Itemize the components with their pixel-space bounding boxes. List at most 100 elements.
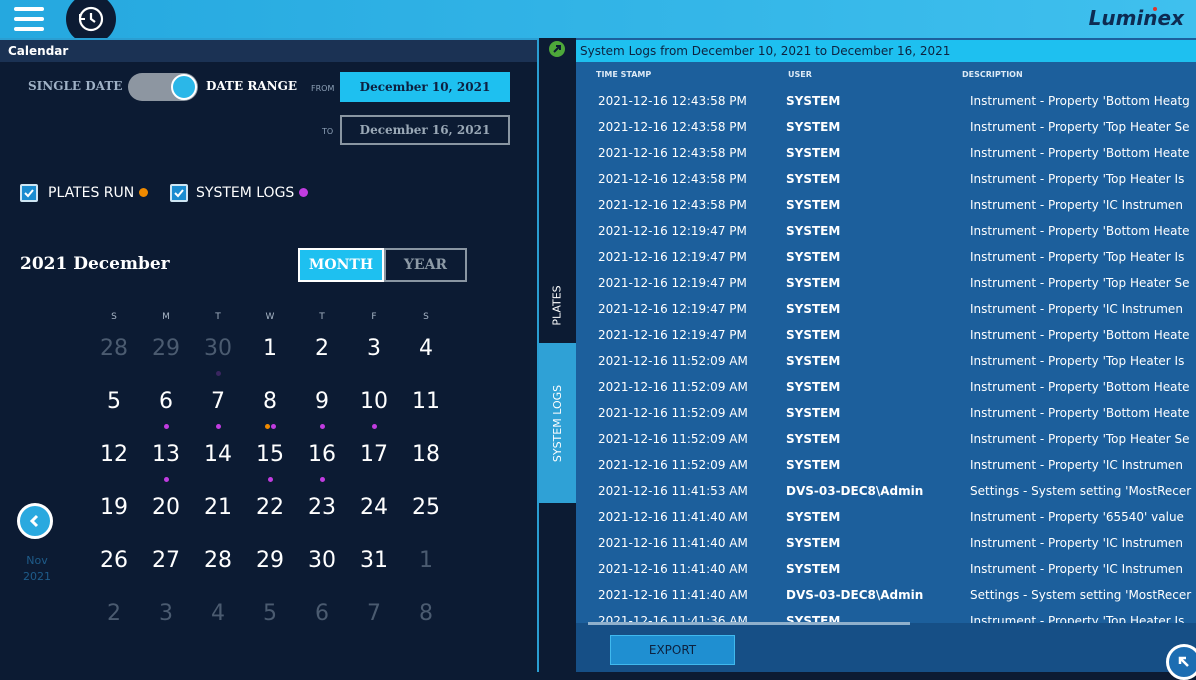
- table-row[interactable]: 2021-12-16 11:41:40 AM SYSTEM Instrument -…: [576, 556, 1196, 582]
- calendar-day[interactable]: 2: [88, 599, 140, 647]
- table-row[interactable]: 2021-12-16 11:52:09 AM SYSTEM Instrument -…: [576, 348, 1196, 374]
- table-row[interactable]: 2021-12-16 12:43:58 PM SYSTEM Instrument -…: [576, 192, 1196, 218]
- tab-system-logs[interactable]: SYSTEM LOGS: [539, 343, 576, 503]
- table-row[interactable]: 2021-12-16 12:19:47 PM SYSTEM Instrument -…: [576, 270, 1196, 296]
- timestamp-cell: 2021-12-16 11:41:53 AM: [598, 484, 748, 498]
- horizontal-scrollbar[interactable]: [588, 622, 910, 625]
- calendar-day[interactable]: 18: [400, 440, 452, 488]
- date-range-label: DATE RANGE: [206, 79, 297, 93]
- calendar-day[interactable]: 16: [296, 430, 348, 488]
- calendar-day[interactable]: 7: [192, 387, 244, 435]
- column-header-timestamp[interactable]: TIME STAMP: [596, 70, 651, 79]
- table-row[interactable]: 2021-12-16 12:19:47 PM SYSTEM Instrument -…: [576, 322, 1196, 348]
- calendar-day[interactable]: 30: [296, 546, 348, 594]
- calendar-day[interactable]: 1: [244, 334, 296, 382]
- event-dots: [192, 420, 244, 429]
- calendar-day[interactable]: 14: [192, 440, 244, 488]
- table-row[interactable]: 2021-12-16 12:19:47 PM SYSTEM Instrument -…: [576, 244, 1196, 270]
- calendar-day[interactable]: 19: [88, 493, 140, 541]
- calendar-day[interactable]: 4: [400, 334, 452, 382]
- calendar-day[interactable]: 10: [348, 377, 401, 435]
- user-cell: SYSTEM: [786, 380, 841, 394]
- calendar-day[interactable]: 31: [348, 546, 400, 594]
- calendar-day[interactable]: 3: [140, 599, 192, 647]
- single-date-label: SINGLE DATE: [28, 79, 123, 93]
- table-row[interactable]: 2021-12-16 11:52:09 AM SYSTEM Instrument -…: [576, 374, 1196, 400]
- table-row[interactable]: 2021-12-16 12:43:58 PM SYSTEM Instrument -…: [576, 140, 1196, 166]
- calendar-day[interactable]: 1: [400, 546, 452, 594]
- column-header-user[interactable]: USER: [788, 70, 812, 79]
- description-cell: Instrument - Property 'IC Instrumen: [970, 198, 1183, 212]
- calendar-day[interactable]: 8: [244, 387, 296, 435]
- timestamp-cell: 2021-12-16 12:43:58 PM: [598, 146, 747, 160]
- calendar-day[interactable]: 13: [140, 440, 192, 488]
- calendar-day-number: 26: [100, 548, 128, 573]
- menu-icon[interactable]: [14, 7, 44, 31]
- year-view-button[interactable]: YEAR: [384, 248, 467, 282]
- month-view-button[interactable]: MONTH: [298, 248, 384, 282]
- user-cell: SYSTEM: [786, 536, 841, 550]
- table-row[interactable]: 2021-12-16 11:52:09 AM SYSTEM Instrument -…: [576, 452, 1196, 478]
- export-button[interactable]: EXPORT: [610, 635, 735, 665]
- tab-plates[interactable]: PLATES: [539, 268, 576, 343]
- plates-run-checkbox[interactable]: [20, 184, 38, 202]
- expand-icon[interactable]: [549, 41, 565, 57]
- description-cell: Instrument - Property 'IC Instrumen: [970, 536, 1183, 550]
- calendar-day[interactable]: 7: [348, 599, 400, 647]
- user-cell: SYSTEM: [786, 432, 841, 446]
- calendar-day[interactable]: 22: [244, 493, 296, 541]
- calendar-day[interactable]: 9: [296, 387, 348, 435]
- calendar-day[interactable]: 8: [400, 599, 452, 647]
- calendar-day[interactable]: 6: [140, 387, 192, 435]
- table-row[interactable]: 2021-12-16 12:43:58 PM SYSTEM Instrument -…: [576, 114, 1196, 140]
- calendar-day[interactable]: 4: [192, 599, 244, 647]
- calendar-day-number: 29: [256, 548, 284, 573]
- calendar-day[interactable]: 25: [400, 493, 452, 541]
- calendar-day[interactable]: 17: [348, 440, 400, 488]
- calendar-day[interactable]: 5: [244, 599, 296, 647]
- calendar-day[interactable]: 5: [88, 387, 140, 435]
- table-row[interactable]: 2021-12-16 11:41:40 AM SYSTEM Instrument -…: [576, 504, 1196, 530]
- calendar-day[interactable]: 23: [296, 493, 348, 541]
- table-row[interactable]: 2021-12-16 12:19:47 PM SYSTEM Instrument -…: [576, 296, 1196, 322]
- table-row[interactable]: 2021-12-16 11:41:40 AM SYSTEM Instrument -…: [576, 530, 1196, 556]
- calendar-day[interactable]: 3: [348, 334, 400, 382]
- calendar-day[interactable]: 26: [88, 546, 140, 594]
- month-title: 2021 December: [20, 254, 170, 274]
- calendar-day[interactable]: 24: [348, 493, 400, 541]
- from-date-field[interactable]: December 10, 2021: [340, 72, 510, 102]
- description-cell: Instrument - Property 'Bottom Heate: [970, 406, 1190, 420]
- calendar-day[interactable]: 11: [400, 387, 452, 435]
- to-date-field[interactable]: December 16, 2021: [340, 115, 510, 145]
- logs-title: System Logs from December 10, 2021 to De…: [576, 40, 1196, 62]
- timestamp-cell: 2021-12-16 12:43:58 PM: [598, 120, 747, 134]
- calendar-day[interactable]: 21: [192, 493, 244, 541]
- calendar-day[interactable]: 29: [140, 334, 192, 382]
- description-cell: Instrument - Property 'IC Instrumen: [970, 458, 1183, 472]
- table-row[interactable]: 2021-12-16 11:41:40 AM DVS-03-DEC8\Admin S…: [576, 582, 1196, 608]
- table-row[interactable]: 2021-12-16 12:19:47 PM SYSTEM Instrument -…: [576, 218, 1196, 244]
- system-logs-checkbox[interactable]: [170, 184, 188, 202]
- calendar-day[interactable]: 29: [244, 546, 296, 594]
- calendar-day[interactable]: 12: [88, 440, 140, 488]
- calendar-panel: Calendar SINGLE DATE DATE RANGE FROM Dec…: [0, 38, 537, 672]
- calendar-day[interactable]: 6: [296, 599, 348, 647]
- calendar-day[interactable]: 30: [192, 334, 244, 382]
- table-row[interactable]: 2021-12-16 11:52:09 AM SYSTEM Instrument -…: [576, 400, 1196, 426]
- table-row[interactable]: 2021-12-16 12:43:58 PM SYSTEM Instrument -…: [576, 166, 1196, 192]
- date-mode-switch[interactable]: [128, 73, 198, 101]
- user-cell: SYSTEM: [786, 458, 841, 472]
- timestamp-cell: 2021-12-16 11:52:09 AM: [598, 406, 748, 420]
- table-row[interactable]: 2021-12-16 11:52:09 AM SYSTEM Instrument -…: [576, 426, 1196, 452]
- column-header-description[interactable]: DESCRIPTION: [962, 70, 1023, 79]
- calendar-day[interactable]: 28: [192, 546, 244, 594]
- table-row[interactable]: 2021-12-16 11:41:53 AM DVS-03-DEC8\Admin S…: [576, 478, 1196, 504]
- calendar-day[interactable]: 28: [88, 334, 140, 382]
- calendar-day[interactable]: 20: [140, 493, 192, 541]
- calendar-day[interactable]: 27: [140, 546, 192, 594]
- prev-month-button[interactable]: [17, 503, 53, 539]
- calendar-day[interactable]: 15: [244, 440, 296, 488]
- calendar-day[interactable]: 2: [296, 334, 348, 382]
- table-row[interactable]: 2021-12-16 12:43:58 PM SYSTEM Instrument -…: [576, 88, 1196, 114]
- corner-action-button[interactable]: [1166, 644, 1196, 680]
